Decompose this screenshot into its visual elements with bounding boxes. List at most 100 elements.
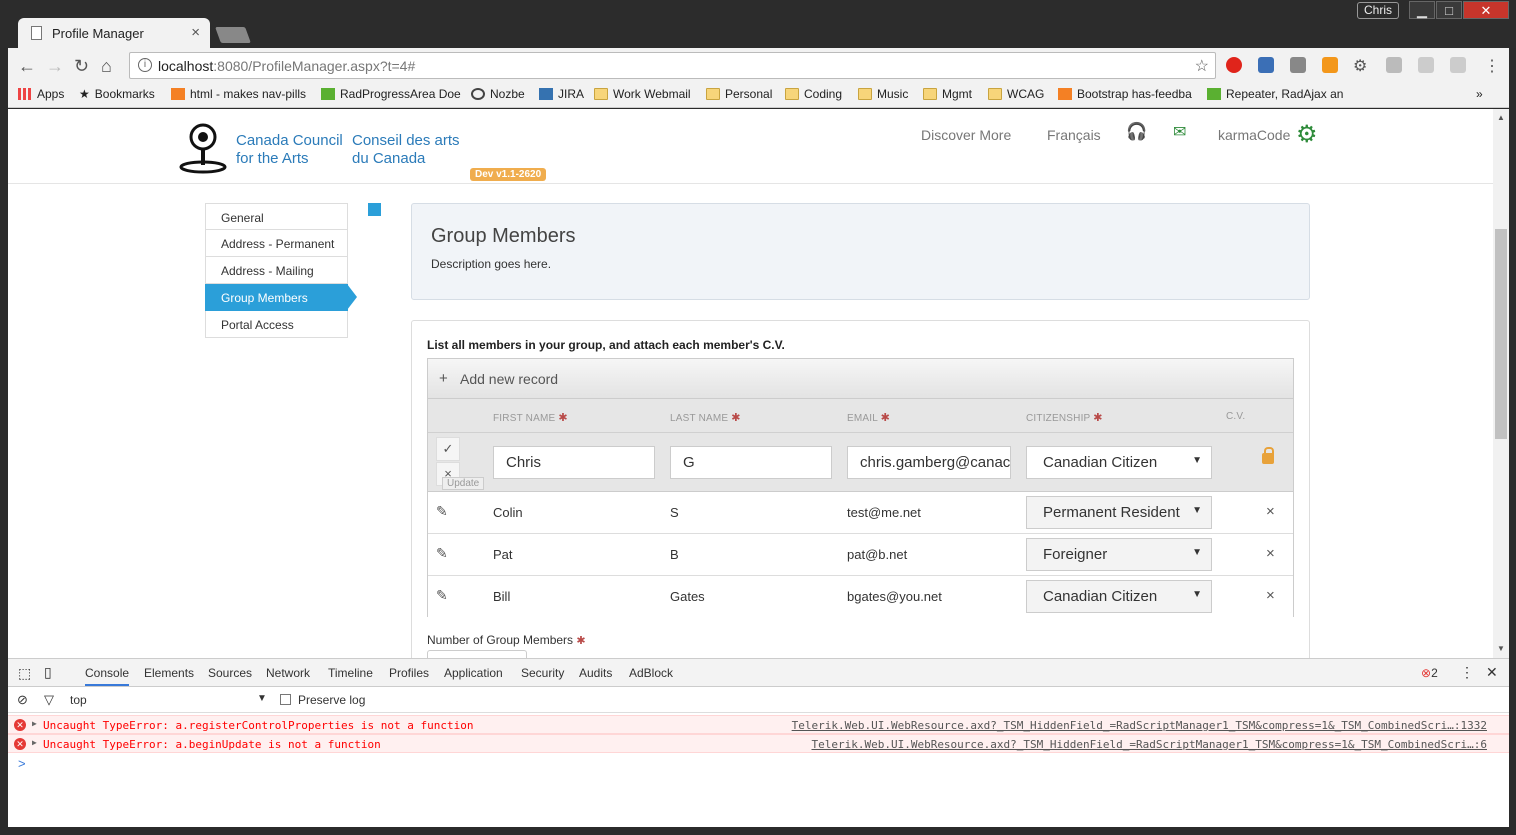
scroll-up-arrow-icon[interactable]: ▲ [1497, 113, 1505, 122]
sidebar-item-address-mailing[interactable]: Address - Mailing [205, 257, 348, 284]
citizenship-select[interactable]: Foreigner ▼ [1026, 538, 1212, 571]
page-scrollbar[interactable]: ▲ ▼ [1493, 109, 1509, 658]
nav-language-toggle[interactable]: Français [1047, 127, 1101, 143]
column-header-first-name[interactable]: FIRST NAME ✱ [493, 411, 568, 424]
devtools-menu-icon[interactable]: ⋮ [1460, 664, 1474, 681]
nav-discover-more[interactable]: Discover More [921, 127, 1011, 143]
close-tab-icon[interactable]: × [191, 24, 200, 41]
close-window-button[interactable]: ✕ [1463, 1, 1509, 19]
citizenship-select[interactable]: Canadian Citizen ▼ [1026, 446, 1212, 479]
context-dropdown-icon[interactable]: ▼ [257, 693, 267, 704]
browser-tab[interactable]: Profile Manager × [18, 18, 210, 48]
number-of-members-input[interactable] [427, 650, 527, 658]
bookmark-coding[interactable]: Coding [785, 87, 842, 101]
tab-adblock[interactable]: AdBlock [629, 666, 673, 680]
column-header-email[interactable]: EMAIL ✱ [847, 411, 890, 424]
tab-profiles[interactable]: Profiles [389, 666, 429, 680]
update-check-icon[interactable]: ✓ [436, 437, 460, 461]
settings-gear-icon[interactable]: ⚙ [1296, 120, 1318, 149]
inspect-element-icon[interactable]: ⬚ [18, 665, 31, 682]
tab-network[interactable]: Network [266, 666, 310, 680]
expand-triangle-icon[interactable]: ▶ [32, 719, 37, 728]
extension-icon[interactable] [1450, 57, 1466, 73]
bookmark-jira[interactable]: JIRA [539, 87, 584, 101]
home-icon[interactable]: ⌂ [101, 56, 112, 77]
sidebar-item-portal-access[interactable]: Portal Access [205, 311, 348, 338]
filter-icon[interactable]: ▽ [44, 692, 54, 708]
close-devtools-icon[interactable]: ✕ [1486, 664, 1498, 681]
more-bookmarks-chevron-icon[interactable]: » [1476, 87, 1483, 101]
bookmark-wcag[interactable]: WCAG [988, 87, 1044, 101]
bookmark-nav-pills[interactable]: html - makes nav-pills [171, 87, 306, 101]
error-source-link[interactable]: Telerik.Web.UI.WebResource.axd?_TSM_Hidd… [792, 719, 1487, 732]
expand-triangle-icon[interactable]: ▶ [32, 738, 37, 747]
tab-elements[interactable]: Elements [144, 666, 194, 680]
gmail-extension-icon[interactable] [1290, 57, 1306, 73]
url-text[interactable]: localhost:8080/ProfileManager.aspx?t=4# [158, 58, 415, 74]
tab-application[interactable]: Application [444, 666, 503, 680]
minimize-button[interactable]: ▁ [1409, 1, 1435, 19]
sidebar-item-group-members[interactable]: Group Members [205, 284, 357, 311]
bookmark-apps[interactable]: Apps [18, 87, 64, 101]
bookmark-work-webmail[interactable]: Work Webmail [594, 87, 691, 101]
delete-x-icon[interactable]: × [1266, 503, 1275, 520]
user-name[interactable]: karmaCode [1218, 127, 1290, 143]
add-new-record-button[interactable]: + Add new record [428, 359, 1293, 399]
citizenship-select[interactable]: Permanent Resident ▼ [1026, 496, 1212, 529]
bookmark-personal[interactable]: Personal [706, 87, 772, 101]
device-mode-icon[interactable]: ▯ [44, 664, 52, 681]
rss-extension-icon[interactable] [1322, 57, 1338, 73]
new-tab-button[interactable] [215, 27, 251, 43]
delete-x-icon[interactable]: × [1266, 545, 1275, 562]
logo-text-en[interactable]: Canada Council for the Arts [236, 132, 346, 168]
preserve-log-checkbox[interactable] [280, 694, 291, 705]
last-name-input[interactable]: G [670, 446, 832, 479]
extension-icon[interactable] [1386, 57, 1402, 73]
scroll-down-arrow-icon[interactable]: ▼ [1497, 644, 1505, 653]
bookmark-radprogressarea[interactable]: RadProgressArea Doe [321, 87, 461, 101]
bookmark-repeater[interactable]: Repeater, RadAjax an [1207, 87, 1344, 101]
screenshot-extension-icon[interactable] [1258, 57, 1274, 73]
scrollbar-thumb[interactable] [1495, 229, 1507, 439]
menu-icon[interactable]: ⋮ [1484, 56, 1500, 76]
gear-extension-icon[interactable]: ⚙ [1353, 56, 1367, 76]
delete-x-icon[interactable]: × [1266, 587, 1275, 604]
error-count-badge[interactable]: ⊗2 [1421, 666, 1438, 680]
edit-pencil-icon[interactable]: ✎ [436, 503, 448, 520]
bookmark-mgmt[interactable]: Mgmt [923, 87, 972, 101]
tab-audits[interactable]: Audits [579, 666, 612, 680]
bookmark-bookmarks[interactable]: ★ Bookmarks [79, 87, 155, 101]
back-icon[interactable]: ← [18, 56, 36, 77]
column-header-last-name[interactable]: LAST NAME ✱ [670, 411, 741, 424]
bookmark-nozbe[interactable]: Nozbe [471, 87, 525, 101]
sidebar-item-address-permanent[interactable]: Address - Permanent [205, 230, 348, 257]
canada-council-logo-icon[interactable] [178, 123, 228, 175]
console-prompt[interactable]: > [18, 756, 26, 771]
profile-badge[interactable]: Chris [1357, 2, 1399, 19]
bookmark-music[interactable]: Music [858, 87, 908, 101]
forward-icon[interactable]: → [46, 56, 64, 77]
tab-sources[interactable]: Sources [208, 666, 252, 680]
tab-security[interactable]: Security [521, 666, 564, 680]
citizenship-select[interactable]: Canadian Citizen ▼ [1026, 580, 1212, 613]
first-name-input[interactable]: Chris [493, 446, 655, 479]
error-source-link[interactable]: Telerik.Web.UI.WebResource.axd?_TSM_Hidd… [811, 738, 1487, 751]
sidebar-item-general[interactable]: General [205, 203, 348, 230]
logo-text-fr[interactable]: Conseil des arts du Canada [352, 132, 472, 168]
maximize-button[interactable]: □ [1436, 1, 1462, 19]
column-header-citizenship[interactable]: CITIZENSHIP ✱ [1026, 411, 1103, 424]
opera-extension-icon[interactable] [1226, 57, 1242, 73]
headset-icon[interactable]: 🎧 [1126, 122, 1147, 142]
edit-pencil-icon[interactable]: ✎ [436, 587, 448, 604]
envelope-icon[interactable]: ✉ [1173, 122, 1186, 142]
tab-timeline[interactable]: Timeline [328, 666, 373, 680]
email-input[interactable]: chris.gamberg@canac [847, 446, 1011, 479]
bookmark-star-icon[interactable]: ☆ [1195, 56, 1209, 76]
context-selector[interactable]: top [70, 693, 87, 707]
camera-extension-icon[interactable] [1418, 57, 1434, 73]
reload-icon[interactable]: ↻ [74, 56, 89, 77]
info-icon[interactable]: i [138, 58, 152, 72]
edit-pencil-icon[interactable]: ✎ [436, 545, 448, 562]
tab-console[interactable]: Console [85, 666, 130, 686]
clear-console-icon[interactable]: ⊘ [17, 692, 28, 708]
